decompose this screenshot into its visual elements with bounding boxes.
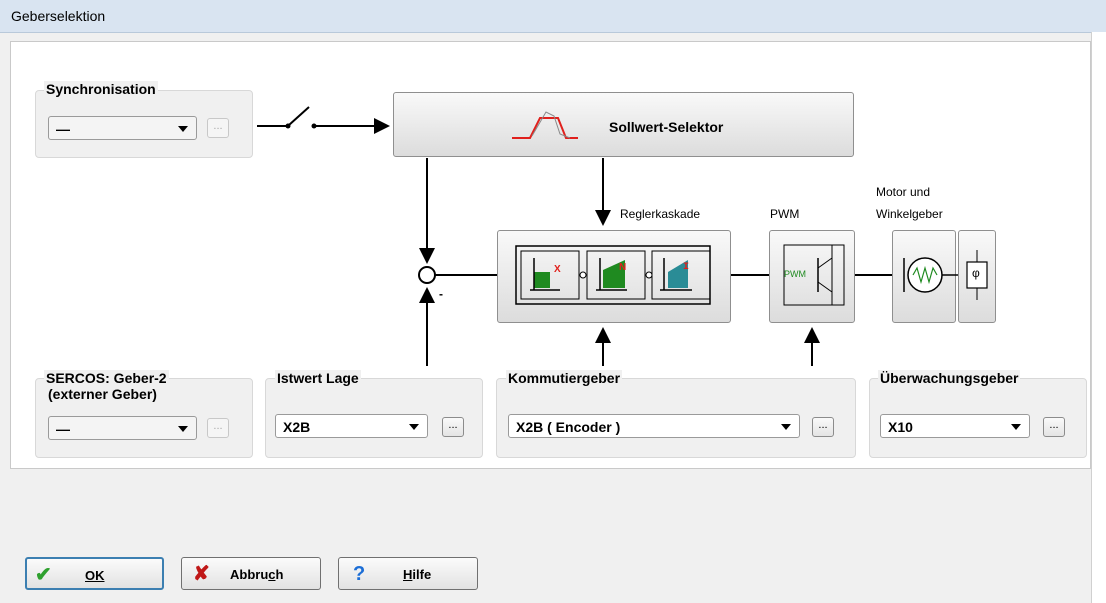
phi-label: φ	[972, 266, 980, 280]
n-controller-label: N	[619, 262, 627, 273]
sercos-value: —	[56, 421, 70, 437]
istwert-value: X2B	[283, 419, 311, 435]
istwert-label: Istwert Lage	[275, 370, 361, 386]
kommutier-select[interactable]: X2B ( Encoder )	[508, 414, 800, 438]
chevron-down-icon	[781, 424, 791, 430]
istwert-select[interactable]: X2B	[275, 414, 428, 438]
kommutier-value: X2B ( Encoder )	[516, 419, 621, 435]
ok-button[interactable]: ✔ OK	[25, 557, 164, 590]
help-button-label: Hilfe	[403, 567, 432, 582]
chevron-down-icon	[178, 426, 188, 432]
ueberwachung-label: Überwachungsgeber	[878, 370, 1021, 386]
ueberwachung-select[interactable]: X10	[880, 414, 1030, 438]
question-mark-icon: ?	[353, 563, 366, 585]
pwm-symbol-text: PWM	[784, 269, 806, 279]
ueberwachung-more-button[interactable]: ...	[1043, 417, 1065, 437]
kommutier-label: Kommutiergeber	[506, 370, 623, 386]
cancel-button[interactable]: ✘ Abbruch	[181, 557, 321, 590]
checkmark-icon: ✔	[35, 564, 52, 586]
help-button[interactable]: ? Hilfe	[338, 557, 478, 590]
chevron-down-icon	[1011, 424, 1021, 430]
sercos-label-line2: (externer Geber)	[46, 386, 159, 402]
sercos-label-line1: SERCOS: Geber-2	[44, 370, 169, 386]
signal-flow-diagram	[257, 106, 988, 366]
cross-icon: ✘	[193, 563, 210, 585]
sercos-more-button[interactable]: ...	[207, 418, 229, 438]
kommutier-more-button[interactable]: ...	[812, 417, 834, 437]
chevron-down-icon	[409, 424, 419, 430]
istwert-more-button[interactable]: ...	[442, 417, 464, 437]
ok-button-label: OK	[85, 568, 105, 583]
dialog-window: Geberselektion Synchronisation — ... Sol…	[0, 0, 1106, 603]
ueberwachung-value: X10	[888, 419, 913, 435]
sercos-select[interactable]: —	[48, 416, 197, 440]
x-controller-label: X	[554, 264, 561, 275]
i-controller-label: I	[683, 262, 690, 273]
cancel-button-label: Abbruch	[230, 567, 284, 582]
